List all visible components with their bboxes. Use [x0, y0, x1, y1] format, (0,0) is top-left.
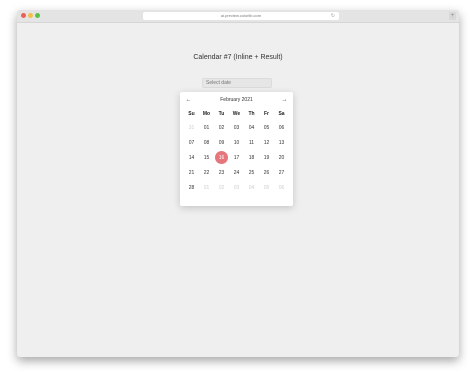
day-cell[interactable]: 22: [199, 165, 214, 180]
day-cell-outside[interactable]: 31: [184, 120, 199, 135]
day-cell[interactable]: 08: [199, 135, 214, 150]
day-cell[interactable]: 01: [199, 120, 214, 135]
close-window-button[interactable]: [21, 13, 26, 18]
day-cell[interactable]: 26: [259, 165, 274, 180]
date-input[interactable]: [202, 78, 272, 88]
day-cell[interactable]: 21: [184, 165, 199, 180]
arrow-right-icon: →: [281, 97, 288, 103]
page-title: Calendar #7 (Inline + Result): [193, 54, 283, 61]
week-row: 07 08 09 10 11 12 13: [184, 135, 289, 150]
calendar-grid: Su Mo Tu We Th Fr Sa 31 01 02 03 04 05 0…: [184, 108, 289, 195]
next-month-button[interactable]: →: [280, 96, 289, 105]
day-cell[interactable]: 06: [274, 120, 289, 135]
week-row: 14 15 16 17 18 19 20: [184, 150, 289, 165]
day-cell[interactable]: 13: [274, 135, 289, 150]
browser-titlebar: ai.preview.colorlib.com ↻ +: [17, 10, 459, 23]
day-cell[interactable]: 23: [214, 165, 229, 180]
day-cell[interactable]: 24: [229, 165, 244, 180]
month-label: February 2021: [220, 97, 253, 103]
day-cell-outside[interactable]: 01: [199, 180, 214, 195]
day-cell-outside[interactable]: 02: [214, 180, 229, 195]
day-cell[interactable]: 07: [184, 135, 199, 150]
maximize-window-button[interactable]: [35, 13, 40, 18]
day-cell[interactable]: 15: [199, 150, 214, 165]
weekday-label: Th: [248, 111, 255, 117]
weekday-label: Mo: [202, 111, 211, 117]
address-bar[interactable]: ai.preview.colorlib.com ↻: [143, 12, 339, 20]
weekday-label: We: [232, 111, 241, 117]
minimize-window-button[interactable]: [28, 13, 33, 18]
week-row: 31 01 02 03 04 05 06: [184, 120, 289, 135]
week-row: 21 22 23 24 25 26 27: [184, 165, 289, 180]
calendar-popup: ← February 2021 → Su Mo Tu We Th Fr Sa 3…: [180, 92, 293, 206]
day-cell-outside[interactable]: 05: [259, 180, 274, 195]
calendar-header: ← February 2021 →: [180, 96, 293, 105]
weekday-row: Su Mo Tu We Th Fr Sa: [184, 108, 289, 120]
day-cell[interactable]: 14: [184, 150, 199, 165]
day-cell-outside[interactable]: 06: [274, 180, 289, 195]
day-cell[interactable]: 05: [259, 120, 274, 135]
day-cell[interactable]: 10: [229, 135, 244, 150]
day-cell[interactable]: 12: [259, 135, 274, 150]
day-cell-selected[interactable]: 16: [214, 150, 229, 165]
day-cell[interactable]: 04: [244, 120, 259, 135]
selected-day-label: 16: [215, 151, 228, 164]
day-cell[interactable]: 11: [244, 135, 259, 150]
day-cell[interactable]: 25: [244, 165, 259, 180]
day-cell[interactable]: 02: [214, 120, 229, 135]
weekday-label: Tu: [218, 111, 225, 117]
day-cell[interactable]: 27: [274, 165, 289, 180]
day-cell[interactable]: 09: [214, 135, 229, 150]
browser-window: ai.preview.colorlib.com ↻ + Calendar #7 …: [17, 10, 459, 357]
weekday-label: Fr: [264, 111, 269, 117]
day-cell[interactable]: 18: [244, 150, 259, 165]
new-tab-button[interactable]: +: [449, 12, 456, 20]
day-cell-outside[interactable]: 03: [229, 180, 244, 195]
day-cell[interactable]: 19: [259, 150, 274, 165]
day-cell[interactable]: 20: [274, 150, 289, 165]
day-cell-outside[interactable]: 04: [244, 180, 259, 195]
day-cell[interactable]: 28: [184, 180, 199, 195]
weekday-label: Su: [188, 111, 195, 117]
day-cell[interactable]: 03: [229, 120, 244, 135]
reload-icon[interactable]: ↻: [331, 12, 335, 20]
week-row: 28 01 02 03 04 05 06: [184, 180, 289, 195]
address-bar-url: ai.preview.colorlib.com: [220, 13, 262, 18]
day-cell[interactable]: 17: [229, 150, 244, 165]
weekday-label: Sa: [278, 111, 285, 117]
